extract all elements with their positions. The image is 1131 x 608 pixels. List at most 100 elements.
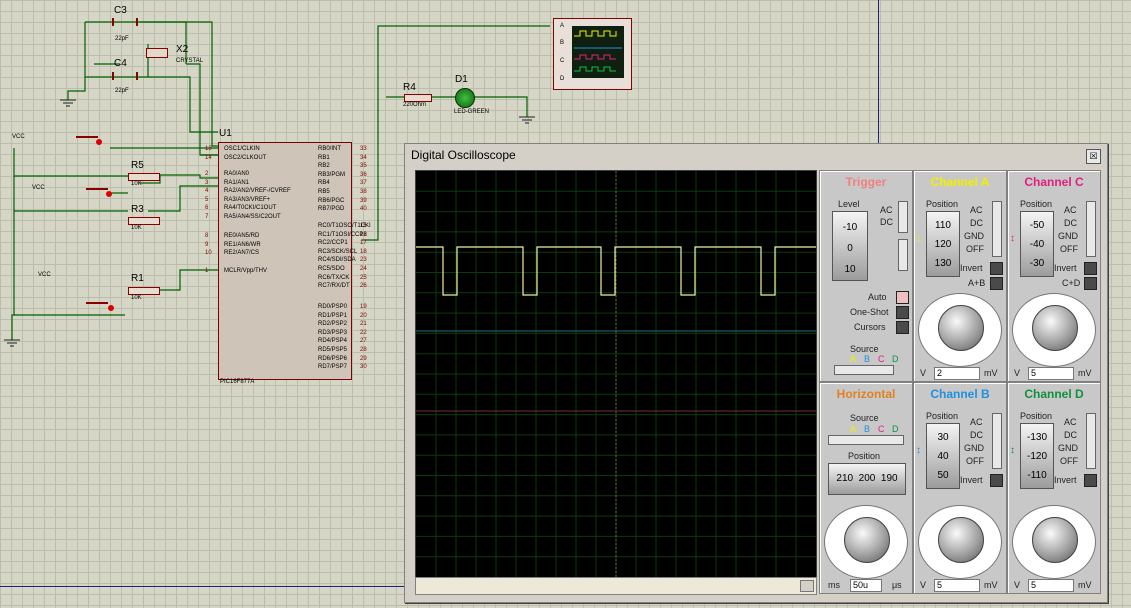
horizontal-source-slider[interactable] [828, 435, 904, 445]
source-c: C [878, 354, 885, 364]
source-b: B [864, 354, 871, 364]
channel_c-position-scale[interactable]: -50 -40 -30 [1020, 211, 1054, 277]
channel_b-volts-knob[interactable] [938, 517, 984, 563]
channel_c-unit-mv: mV [1078, 368, 1092, 378]
pin-number: 2 [205, 171, 209, 177]
channel_d-scale-mid: -120 [1026, 451, 1047, 462]
pin-number: 23 [360, 257, 367, 264]
trigger-oneshot-button[interactable] [896, 306, 909, 319]
button-1[interactable] [76, 136, 98, 146]
trigger-cursors-button[interactable] [896, 321, 909, 334]
pin-name: RD0/PSP0 [318, 304, 348, 310]
source-d: D [892, 354, 899, 364]
pin-number: 25 [360, 274, 367, 281]
scroll-thumb[interactable] [800, 580, 814, 592]
scope-scrollbar[interactable] [415, 577, 817, 595]
horizontal-position-scale[interactable]: 210 200 190 [828, 463, 906, 495]
channel_d-volts-knob[interactable] [1032, 517, 1078, 563]
channel_a-invert-button[interactable] [990, 262, 1003, 275]
channel_b-position-label: Position [926, 411, 959, 421]
c4-value: 22pF [115, 88, 129, 94]
oscilloscope-window[interactable]: Digital Oscilloscope ☒ Trigger Level -10… [404, 143, 1108, 603]
pin-name: OSC2/CLKOUT [224, 154, 267, 161]
channel_b-mode-dc: DC [970, 430, 983, 440]
channel_b-mode-switch[interactable] [992, 413, 1002, 469]
button-2[interactable] [86, 188, 108, 198]
probe-a: A [560, 23, 565, 29]
channel_c-mode-dc: DC [1064, 218, 1077, 228]
trigger-acdc-switch[interactable] [898, 201, 908, 233]
u1-ref: U1 [219, 128, 232, 139]
trigger-level-label: Level [838, 199, 860, 209]
r5-resistor[interactable] [128, 173, 160, 181]
channel_c-invert-button[interactable] [1084, 262, 1097, 275]
trigger-scale-bot: 10 [844, 264, 856, 275]
trigger-cursors-label: Cursors [854, 322, 886, 332]
channel_c-position-label: Position [1020, 199, 1053, 209]
horizontal-time-field[interactable]: 50u [850, 579, 882, 592]
channel-a-panel: Channel A Position 110 120 130 ↕ AC DC G… [913, 170, 1007, 382]
d1-led[interactable] [455, 88, 475, 108]
c3-value: 22pF [115, 36, 129, 42]
pin-name: RC0/T1OSO/T1CKI [318, 223, 371, 229]
x2-crystal[interactable] [146, 48, 168, 58]
channel_c-mode-switch[interactable] [1086, 201, 1096, 257]
channel_d-invert-button[interactable] [1084, 474, 1097, 487]
r1-resistor[interactable] [128, 287, 160, 295]
channel_d-volts-field[interactable]: 5 [1028, 579, 1074, 592]
button-1-led [96, 139, 102, 145]
trigger-edge-switch[interactable] [898, 239, 908, 271]
r5-ref: R5 [131, 160, 144, 171]
channel_a-volts-knob[interactable] [938, 305, 984, 351]
c3-capacitor[interactable] [112, 18, 138, 26]
pin-name: RB5 [318, 189, 330, 195]
channel_c-scale-mid: -40 [1029, 239, 1045, 250]
channel_b-invert-button[interactable] [990, 474, 1003, 487]
r4-resistor[interactable] [404, 94, 432, 102]
pin-name: RA0/AN0 [224, 171, 250, 177]
pin-number: 8 [205, 233, 209, 239]
channel_a-volts-field[interactable]: 2 [934, 367, 980, 380]
r3-resistor[interactable] [128, 217, 160, 225]
horizontal-timebase-knob[interactable] [844, 517, 890, 563]
source-d: D [892, 424, 899, 434]
r3-value: 10K [131, 225, 142, 231]
channel_c-invert-label: Invert [1054, 263, 1077, 273]
trigger-level-scale[interactable]: -10 0 10 [832, 211, 868, 281]
r1-ref: R1 [131, 273, 144, 284]
pin-name: MCLR/Vpp/THV [224, 268, 268, 274]
channel_b-mode-gnd: GND [964, 443, 984, 453]
channel_a-title: Channel A [930, 175, 990, 189]
channel_c-position-arrow-icon: ↕ [1010, 233, 1015, 244]
button-3[interactable] [86, 302, 108, 312]
channel_b-volts-field[interactable]: 5 [934, 579, 980, 592]
close-button[interactable]: ☒ [1086, 149, 1101, 164]
pin-number: 21 [360, 321, 367, 328]
horizontal-unit-us: μs [892, 580, 902, 590]
pin-number: 19 [360, 304, 367, 310]
pin-number: 17 [360, 240, 367, 247]
channel_b-mode-off: OFF [966, 456, 984, 466]
channel_c-volts-knob[interactable] [1032, 305, 1078, 351]
d1-value: LED-GREEN [454, 109, 490, 115]
channel_a-scale-top: 110 [935, 220, 951, 231]
channel_c-volts-field[interactable]: 5 [1028, 367, 1074, 380]
c4-capacitor[interactable] [112, 72, 138, 80]
trigger-source-slider[interactable] [834, 365, 894, 375]
channel_a-position-scale[interactable]: 110 120 130 [926, 211, 960, 277]
channel_d-position-scale[interactable]: -130 -120 -110 [1020, 423, 1054, 489]
source-c: C [878, 424, 885, 434]
channel_b-unit-mv: mV [984, 580, 998, 590]
pin-number: 26 [360, 283, 367, 290]
pin-number: 35 [360, 163, 367, 170]
scope-grid [416, 171, 816, 577]
channel_c-cpd-button[interactable] [1084, 277, 1097, 290]
trigger-source-label: Source [850, 344, 879, 354]
trigger-auto-button[interactable] [896, 291, 909, 304]
probe-b: B [560, 40, 565, 46]
channel_a-aplusb-button[interactable] [990, 277, 1003, 290]
channel_d-mode-switch[interactable] [1086, 413, 1096, 469]
channel_b-position-scale[interactable]: 30 40 50 [926, 423, 960, 489]
channel_a-mode-switch[interactable] [992, 201, 1002, 257]
pin-number: 13 [205, 146, 212, 152]
